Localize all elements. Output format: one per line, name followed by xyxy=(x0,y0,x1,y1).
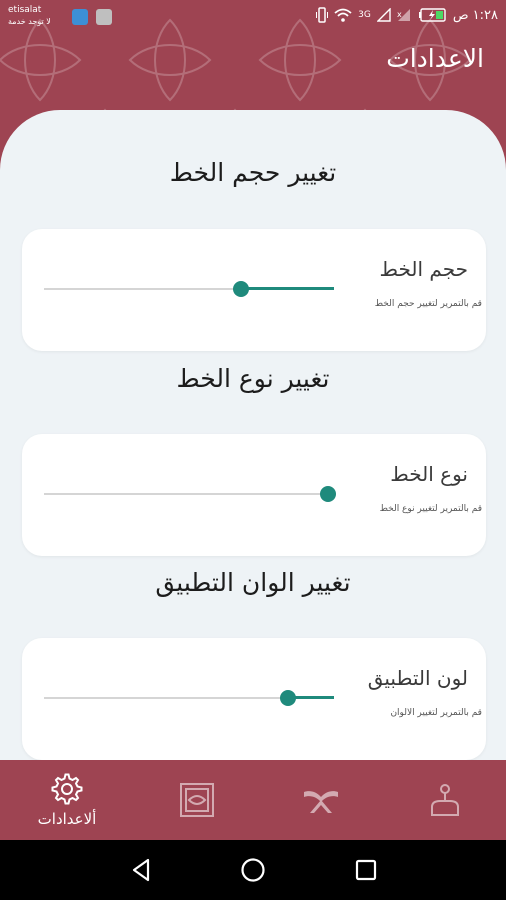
prayer-icon xyxy=(431,784,459,816)
font-type-card: نوع الخط قم بالتمرير لتغيير نوع الخط xyxy=(22,434,486,556)
home-button[interactable] xyxy=(237,854,269,886)
status-bar: etisalat لا توجد خدمة 3G x ١:٢٨ ص xyxy=(0,0,506,34)
carrier-info: etisalat لا توجد خدمة xyxy=(8,5,51,27)
nav-book[interactable] xyxy=(258,760,384,840)
back-icon xyxy=(132,858,150,882)
app-color-section-title: تغيير الوان التطبيق xyxy=(155,568,351,597)
carrier-status: لا توجد خدمة xyxy=(8,17,51,26)
usb-icon xyxy=(72,9,88,25)
page-title: الاعدادات xyxy=(386,44,484,73)
nav-settings-label: ألاعدادات xyxy=(37,810,97,828)
font-size-label: حجم الخط xyxy=(379,257,469,281)
slider-thumb[interactable] xyxy=(233,281,250,297)
gallery-icon xyxy=(96,9,112,25)
nav-prayer[interactable] xyxy=(382,760,506,840)
font-size-hint: قم بالتمرير لتغيير حجم الخط xyxy=(374,299,482,309)
clock: ١:٢٨ ص xyxy=(452,7,498,23)
quran-frame-icon xyxy=(180,783,214,817)
wifi-icon xyxy=(334,8,352,22)
back-button[interactable] xyxy=(126,854,158,886)
recents-button[interactable] xyxy=(350,854,382,886)
network-type: 3G xyxy=(358,10,371,20)
app-color-card: لون التطبيق قم بالتمرير لتغيير الالوان xyxy=(22,638,486,760)
nav-quran[interactable] xyxy=(134,760,260,840)
system-navigation xyxy=(0,840,506,900)
bottom-navigation: ألاعدادات xyxy=(0,760,506,840)
slider-track xyxy=(44,493,334,495)
font-size-card: حجم الخط قم بالتمرير لتغيير حجم الخط xyxy=(22,229,486,351)
signal-icon xyxy=(376,8,391,22)
font-type-section-title: تغيير نوع الخط xyxy=(176,364,330,393)
slider-fill xyxy=(241,287,334,290)
svg-text:x: x xyxy=(397,10,402,19)
nav-settings[interactable]: ألاعدادات xyxy=(4,760,130,840)
battery-icon xyxy=(418,8,446,22)
status-right: 3G x ١:٢٨ ص xyxy=(316,7,498,23)
app-color-label: لون التطبيق xyxy=(367,666,468,690)
home-icon xyxy=(241,858,265,882)
slider-thumb[interactable] xyxy=(320,486,337,502)
settings-screen: etisalat لا توجد خدمة 3G x ١:٢٨ ص الاعدا… xyxy=(0,0,506,900)
app-color-slider[interactable] xyxy=(44,688,334,708)
font-type-label: نوع الخط xyxy=(390,462,468,486)
carrier-name: etisalat xyxy=(8,5,42,15)
font-size-section-title: تغيير حجم الخط xyxy=(169,158,337,187)
font-type-hint: قم بالتمرير لتغيير نوع الخط xyxy=(379,504,482,514)
app-color-hint: قم بالتمرير لتغيير الالوان xyxy=(390,708,482,718)
no-signal-icon: x xyxy=(397,9,410,21)
book-stand-icon xyxy=(304,791,338,813)
font-type-slider[interactable] xyxy=(44,484,337,504)
recents-icon xyxy=(355,859,377,881)
vibrate-icon xyxy=(316,7,329,23)
font-size-slider[interactable] xyxy=(44,279,334,299)
gear-icon xyxy=(51,773,83,805)
slider-thumb[interactable] xyxy=(279,690,296,706)
